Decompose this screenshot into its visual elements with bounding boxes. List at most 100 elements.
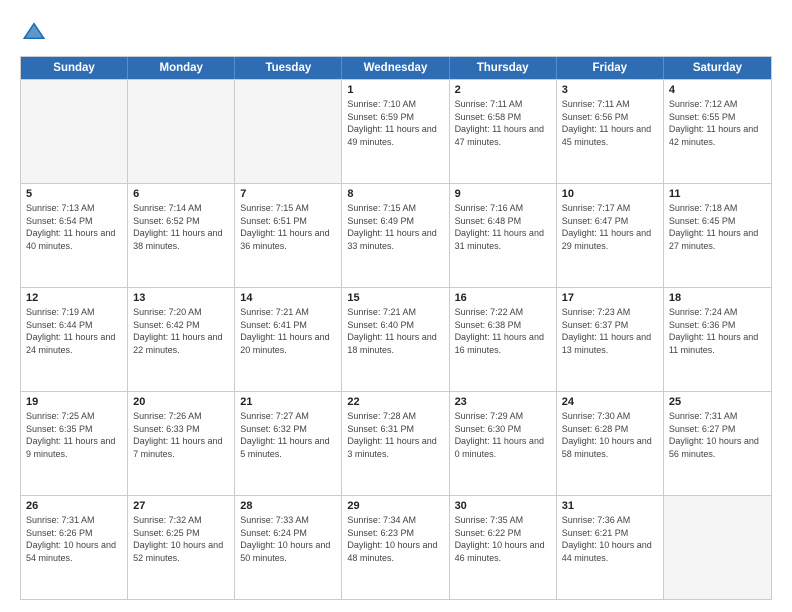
- calendar-cell-17: 17Sunrise: 7:23 AM Sunset: 6:37 PM Dayli…: [557, 288, 664, 391]
- calendar-row-2: 12 Sunrise: 7:19 AM Sunset: 6:44 PM Dayli…: [21, 287, 771, 391]
- cell-day-number: 27: [133, 500, 229, 512]
- cell-day-number: 9: [455, 188, 551, 200]
- cell-info: Sunrise: 7:23 AM Sunset: 6:37 PM Dayligh…: [562, 306, 658, 356]
- cell-day-number: 13: [133, 292, 229, 304]
- calendar-cell-29: 29 Sunrise: 7:34 AM Sunset: 6:23 PM Dayli…: [342, 496, 449, 599]
- calendar-cell-25: 25 Sunrise: 7:31 AM Sunset: 6:27 PM Dayli…: [664, 392, 771, 495]
- calendar-cell-13: 13 Sunrise: 7:20 AM Sunset: 6:42 PM Dayli…: [128, 288, 235, 391]
- cell-day-number: 18: [669, 292, 766, 304]
- calendar-cell-20: 20 Sunrise: 7:26 AM Sunset: 6:33 PM Dayli…: [128, 392, 235, 495]
- cell-day-number: 20: [133, 396, 229, 408]
- cell-info: Sunrise: 7:20 AM Sunset: 6:42 PM Dayligh…: [133, 306, 229, 356]
- calendar-cell-empty-4-6: [664, 496, 771, 599]
- calendar-cell-10: 10 Sunrise: 7:17 AM Sunset: 6:47 PM Dayli…: [557, 184, 664, 287]
- cell-info: Sunrise: 7:32 AM Sunset: 6:25 PM Dayligh…: [133, 514, 229, 564]
- calendar-header-tuesday: Tuesday: [235, 57, 342, 79]
- calendar-cell-16: 16 Sunrise: 7:22 AM Sunset: 6:38 PM Dayli…: [450, 288, 557, 391]
- calendar-row-1: 5 Sunrise: 7:13 AM Sunset: 6:54 PM Daylig…: [21, 183, 771, 287]
- cell-day-number: 24: [562, 396, 658, 408]
- cell-day-number: 11: [669, 188, 766, 200]
- calendar-cell-31: 31 Sunrise: 7:36 AM Sunset: 6:21 PM Dayli…: [557, 496, 664, 599]
- cell-info: Sunrise: 7:28 AM Sunset: 6:31 PM Dayligh…: [347, 410, 443, 460]
- cell-info: Sunrise: 7:21 AM Sunset: 6:41 PM Dayligh…: [240, 306, 336, 356]
- cell-info: Sunrise: 7:15 AM Sunset: 6:51 PM Dayligh…: [240, 202, 336, 252]
- cell-info: Sunrise: 7:14 AM Sunset: 6:52 PM Dayligh…: [133, 202, 229, 252]
- cell-info: Sunrise: 7:16 AM Sunset: 6:48 PM Dayligh…: [455, 202, 551, 252]
- calendar-cell-12: 12 Sunrise: 7:19 AM Sunset: 6:44 PM Dayli…: [21, 288, 128, 391]
- calendar-cell-21: 21 Sunrise: 7:27 AM Sunset: 6:32 PM Dayli…: [235, 392, 342, 495]
- calendar-cell-empty-0-2: [235, 80, 342, 183]
- cell-day-number: 7: [240, 188, 336, 200]
- cell-day-number: 2: [455, 84, 551, 96]
- calendar-cell-19: 19 Sunrise: 7:25 AM Sunset: 6:35 PM Dayli…: [21, 392, 128, 495]
- cell-info: Sunrise: 7:17 AM Sunset: 6:47 PM Dayligh…: [562, 202, 658, 252]
- header: [20, 18, 772, 46]
- cell-info: Sunrise: 7:31 AM Sunset: 6:27 PM Dayligh…: [669, 410, 766, 460]
- cell-info: Sunrise: 7:27 AM Sunset: 6:32 PM Dayligh…: [240, 410, 336, 460]
- calendar-cell-empty-0-0: [21, 80, 128, 183]
- cell-day-number: 30: [455, 500, 551, 512]
- cell-day-number: 19: [26, 396, 122, 408]
- cell-info: Sunrise: 7:24 AM Sunset: 6:36 PM Dayligh…: [669, 306, 766, 356]
- calendar-cell-1: 1 Sunrise: 7:10 AM Sunset: 6:59 PM Daylig…: [342, 80, 449, 183]
- cell-day-number: 1: [347, 84, 443, 96]
- logo-icon: [20, 18, 48, 46]
- calendar-cell-15: 15 Sunrise: 7:21 AM Sunset: 6:40 PM Dayli…: [342, 288, 449, 391]
- calendar-cell-28: 28 Sunrise: 7:33 AM Sunset: 6:24 PM Dayli…: [235, 496, 342, 599]
- cell-day-number: 21: [240, 396, 336, 408]
- cell-day-number: 22: [347, 396, 443, 408]
- calendar-cell-6: 6 Sunrise: 7:14 AM Sunset: 6:52 PM Daylig…: [128, 184, 235, 287]
- calendar-cell-18: 18 Sunrise: 7:24 AM Sunset: 6:36 PM Dayli…: [664, 288, 771, 391]
- cell-day-number: 5: [26, 188, 122, 200]
- calendar-header-thursday: Thursday: [450, 57, 557, 79]
- calendar-cell-30: 30Sunrise: 7:35 AM Sunset: 6:22 PM Dayli…: [450, 496, 557, 599]
- calendar-cell-2: 2 Sunrise: 7:11 AM Sunset: 6:58 PM Daylig…: [450, 80, 557, 183]
- cell-day-number: 6: [133, 188, 229, 200]
- calendar-cell-22: 22 Sunrise: 7:28 AM Sunset: 6:31 PM Dayli…: [342, 392, 449, 495]
- cell-day-number: 23: [455, 396, 551, 408]
- calendar-cell-23: 23 Sunrise: 7:29 AM Sunset: 6:30 PM Dayli…: [450, 392, 557, 495]
- cell-day-number: 16: [455, 292, 551, 304]
- cell-day-number: 15: [347, 292, 443, 304]
- cell-info: Sunrise: 7:34 AM Sunset: 6:23 PM Dayligh…: [347, 514, 443, 564]
- calendar: SundayMondayTuesdayWednesdayThursdayFrid…: [20, 56, 772, 600]
- calendar-cell-27: 27 Sunrise: 7:32 AM Sunset: 6:25 PM Dayli…: [128, 496, 235, 599]
- cell-info: Sunrise: 7:29 AM Sunset: 6:30 PM Dayligh…: [455, 410, 551, 460]
- cell-info: Sunrise: 7:33 AM Sunset: 6:24 PM Dayligh…: [240, 514, 336, 564]
- cell-info: Sunrise: 7:30 AM Sunset: 6:28 PM Dayligh…: [562, 410, 658, 460]
- calendar-row-3: 19 Sunrise: 7:25 AM Sunset: 6:35 PM Dayli…: [21, 391, 771, 495]
- cell-info: Sunrise: 7:22 AM Sunset: 6:38 PM Dayligh…: [455, 306, 551, 356]
- calendar-cell-7: 7 Sunrise: 7:15 AM Sunset: 6:51 PM Daylig…: [235, 184, 342, 287]
- cell-day-number: 4: [669, 84, 766, 96]
- cell-info: Sunrise: 7:19 AM Sunset: 6:44 PM Dayligh…: [26, 306, 122, 356]
- cell-day-number: 8: [347, 188, 443, 200]
- calendar-cell-14: 14 Sunrise: 7:21 AM Sunset: 6:41 PM Dayli…: [235, 288, 342, 391]
- logo: [20, 18, 52, 46]
- cell-day-number: 31: [562, 500, 658, 512]
- cell-info: Sunrise: 7:11 AM Sunset: 6:56 PM Dayligh…: [562, 98, 658, 148]
- page: SundayMondayTuesdayWednesdayThursdayFrid…: [0, 0, 792, 612]
- cell-info: Sunrise: 7:10 AM Sunset: 6:59 PM Dayligh…: [347, 98, 443, 148]
- calendar-header-wednesday: Wednesday: [342, 57, 449, 79]
- cell-day-number: 25: [669, 396, 766, 408]
- calendar-cell-4: 4 Sunrise: 7:12 AM Sunset: 6:55 PM Daylig…: [664, 80, 771, 183]
- cell-info: Sunrise: 7:12 AM Sunset: 6:55 PM Dayligh…: [669, 98, 766, 148]
- cell-day-number: 10: [562, 188, 658, 200]
- cell-info: Sunrise: 7:21 AM Sunset: 6:40 PM Dayligh…: [347, 306, 443, 356]
- cell-day-number: 12: [26, 292, 122, 304]
- cell-info: Sunrise: 7:25 AM Sunset: 6:35 PM Dayligh…: [26, 410, 122, 460]
- calendar-cell-5: 5 Sunrise: 7:13 AM Sunset: 6:54 PM Daylig…: [21, 184, 128, 287]
- calendar-cell-empty-0-1: [128, 80, 235, 183]
- calendar-cell-9: 9 Sunrise: 7:16 AM Sunset: 6:48 PM Daylig…: [450, 184, 557, 287]
- cell-info: Sunrise: 7:36 AM Sunset: 6:21 PM Dayligh…: [562, 514, 658, 564]
- cell-day-number: 29: [347, 500, 443, 512]
- cell-day-number: 14: [240, 292, 336, 304]
- cell-info: Sunrise: 7:13 AM Sunset: 6:54 PM Dayligh…: [26, 202, 122, 252]
- cell-info: Sunrise: 7:26 AM Sunset: 6:33 PM Dayligh…: [133, 410, 229, 460]
- calendar-row-4: 26Sunrise: 7:31 AM Sunset: 6:26 PM Dayli…: [21, 495, 771, 599]
- calendar-cell-26: 26Sunrise: 7:31 AM Sunset: 6:26 PM Dayli…: [21, 496, 128, 599]
- cell-info: Sunrise: 7:15 AM Sunset: 6:49 PM Dayligh…: [347, 202, 443, 252]
- cell-info: Sunrise: 7:11 AM Sunset: 6:58 PM Dayligh…: [455, 98, 551, 148]
- calendar-row-0: 1 Sunrise: 7:10 AM Sunset: 6:59 PM Daylig…: [21, 79, 771, 183]
- cell-day-number: 28: [240, 500, 336, 512]
